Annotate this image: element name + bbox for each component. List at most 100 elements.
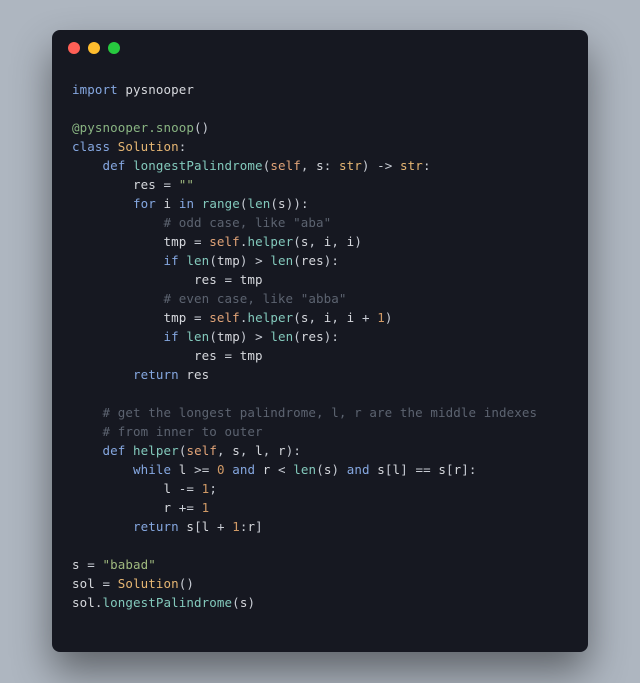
token-op: ( [293,310,301,325]
token-op [72,215,164,230]
token-var: s [232,443,240,458]
token-par: self [209,310,240,325]
token-op: = [217,348,240,363]
token-op [72,177,133,192]
token-fn: len [186,253,209,268]
token-op [156,196,164,211]
token-fn: helper [247,234,293,249]
token-op: = [186,310,209,325]
token-op [72,196,133,211]
token-var: sol [72,576,95,591]
token-op: ] [255,519,263,534]
token-var: res [301,253,324,268]
token-op: + [209,519,232,534]
code-window: import pysnooper @pysnooper.snoop()class… [52,30,588,652]
zoom-icon[interactable] [108,42,120,54]
token-cmt: # get the longest palindrome, l, r are t… [103,405,538,420]
token-op: () [179,576,194,591]
token-op: + [354,310,377,325]
token-var: tmp [164,234,187,249]
token-op: , [309,310,324,325]
token-op: : [240,519,248,534]
token-op [110,139,118,154]
token-kw: if [164,329,179,344]
token-var: tmp [164,310,187,325]
token-kw: if [164,253,179,268]
token-fn: helper [133,443,179,458]
code-line: r += 1 [72,498,568,517]
code-line: res = tmp [72,270,568,289]
token-fn: len [270,329,293,344]
token-op [72,500,164,515]
token-op: ( [293,234,301,249]
token-op: ( [316,462,324,477]
code-line: l -= 1; [72,479,568,498]
token-fn: len [186,329,209,344]
code-line: res = tmp [72,346,568,365]
token-op [72,348,194,363]
token-op: . [95,595,103,610]
token-op: ) > [240,329,271,344]
token-fn: range [202,196,240,211]
token-var: r [278,443,286,458]
token-op [72,424,103,439]
token-kw: while [133,462,171,477]
token-op: ) [354,234,362,249]
token-op: , [331,310,346,325]
token-cls: Solution [118,139,179,154]
token-fn: len [293,462,316,477]
token-op: : [423,158,431,173]
window-titlebar [52,30,588,66]
code-line: return s[l + 1:r] [72,517,568,536]
token-op: )): [286,196,309,211]
token-op: ) -> [362,158,400,173]
token-op: >= [186,462,217,477]
token-op [72,462,133,477]
token-var: r [248,519,256,534]
code-line: if len(tmp) > len(res): [72,327,568,346]
code-line: for i in range(len(s)): [72,194,568,213]
token-op: ) [385,310,393,325]
token-op [255,462,263,477]
code-line: def helper(self, s, l, r): [72,441,568,460]
token-fn: len [270,253,293,268]
token-par: self [186,443,217,458]
token-op [72,291,164,306]
code-line: tmp = self.helper(s, i, i) [72,232,568,251]
token-var: s [301,310,309,325]
close-icon[interactable] [68,42,80,54]
code-line: return res [72,365,568,384]
token-op: += [171,500,202,515]
token-fn: longestPalindrome [133,158,263,173]
code-line [72,384,568,403]
token-var: s [278,196,286,211]
token-var: s [316,158,324,173]
code-line: import pysnooper [72,80,568,99]
minimize-icon[interactable] [88,42,100,54]
token-op: = [80,557,103,572]
token-op: : [324,158,339,173]
token-kw: import [72,82,118,97]
token-op: ( [232,595,240,610]
code-line: tmp = self.helper(s, i, i + 1) [72,308,568,327]
token-op: ; [209,481,217,496]
token-op: ( [240,196,248,211]
token-var: res [194,348,217,363]
token-cmt: # even case, like "abba" [164,291,347,306]
token-var: res [194,272,217,287]
token-var: tmp [240,348,263,363]
code-line: # from inner to outer [72,422,568,441]
token-var: res [186,367,209,382]
token-var: s [72,557,80,572]
token-var: s [438,462,446,477]
token-var: l [164,481,172,496]
token-op [72,310,164,325]
token-op [72,272,194,287]
token-op: = [186,234,209,249]
token-var: tmp [240,272,263,287]
token-dec: @pysnooper.snoop [72,120,194,135]
token-fn: longestPalindrome [103,595,233,610]
token-op: ): [324,253,339,268]
token-op: : [179,139,187,154]
code-line: sol = Solution() [72,574,568,593]
